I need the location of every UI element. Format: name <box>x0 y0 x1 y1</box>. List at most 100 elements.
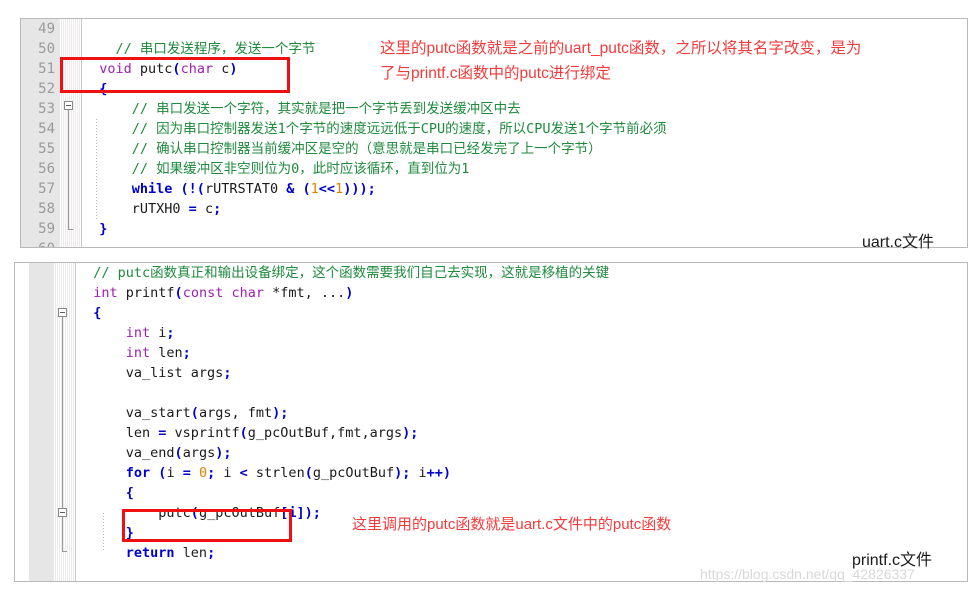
code-token: ( <box>239 425 248 441</box>
code-token: len <box>150 345 183 361</box>
code-token: i <box>166 465 183 481</box>
annotation-putc-rename: 这里的putc函数就是之前的uart_putc函数，之所以将其名字改变，是为 了… <box>380 40 862 82</box>
code-token: int <box>77 345 151 361</box>
code-line: // putc函数真正和输出设备绑定，这个函数需要我们自己去实现，这就是移植的关… <box>77 263 609 283</box>
code-token: va_list args <box>77 365 224 381</box>
line-number: 60 <box>21 239 59 247</box>
line-number: 57 <box>38 181 55 197</box>
code-token: // 因为串口控制器发送1个字节的速度远远低于CPU的速度，所以CPU发送1个字… <box>83 121 667 137</box>
code-token: ); <box>272 405 289 421</box>
fold-toggle-icon-printf-for[interactable] <box>58 508 67 517</box>
code-token: ++) <box>426 465 452 481</box>
code-token: i <box>150 325 167 341</box>
line-number: 52 <box>38 81 55 97</box>
code-line: int len; <box>77 343 609 363</box>
code-token: va_end <box>77 445 175 461</box>
code-token: i <box>215 465 240 481</box>
code-line: va_start(args, fmt); <box>77 403 609 423</box>
line-number: 49 <box>38 21 55 37</box>
line-number: 51 <box>38 61 55 77</box>
code-token: ; <box>213 201 222 217</box>
code-token: ]); <box>296 505 321 521</box>
code-token: int <box>77 325 151 341</box>
gutter-divider-uart <box>81 19 82 247</box>
code-token: ( <box>190 405 199 421</box>
code-token: { <box>77 305 102 321</box>
code-token: // 确认串口控制器当前缓冲区是空的（意思就是串口已经发完了上一个字节） <box>83 141 602 157</box>
code-token: va_start <box>77 405 191 421</box>
code-token: vsprintf <box>166 425 240 441</box>
code-token: ) <box>345 285 354 301</box>
line-number: 50 <box>38 41 55 57</box>
code-token: ( <box>174 285 183 301</box>
code-token: const char <box>182 285 264 301</box>
code-token: ); <box>215 445 232 461</box>
code-line: va_end(args); <box>77 443 609 463</box>
line-number: 58 <box>38 201 55 217</box>
line-number-gutter-printf <box>29 263 53 581</box>
code-token: return <box>77 545 175 561</box>
code-line: // 确认串口控制器当前缓冲区是空的（意思就是串口已经发完了上一个字节） <box>83 139 667 159</box>
code-line: int printf(const char *fmt, ...) <box>77 283 609 303</box>
code-token: for <box>77 465 151 481</box>
code-token: ))); <box>343 181 376 197</box>
code-token: << <box>318 181 336 197</box>
fold-guide-foot-uart <box>68 229 73 230</box>
fold-guide-printf-body <box>62 317 63 509</box>
code-token: c <box>196 201 214 217</box>
code-token: len <box>77 425 159 441</box>
fold-guide-uart <box>68 110 69 229</box>
code-token: ; <box>207 545 216 561</box>
code-token: rUTXH0 <box>83 201 189 217</box>
code-line: for (i = 0; i < strlen(g_pcOutBuf); i++) <box>77 463 609 483</box>
code-token: ; <box>182 345 191 361</box>
code-line: { <box>77 303 609 323</box>
code-token: rUTRSTAT0 <box>204 181 287 197</box>
code-token: args <box>182 445 216 461</box>
line-number: 54 <box>38 121 55 137</box>
code-token: < <box>239 465 248 481</box>
code-token: len <box>174 545 208 561</box>
code-line: // 因为串口控制器发送1个字节的速度远远低于CPU的速度，所以CPU发送1个字… <box>83 119 667 139</box>
code-token: i <box>410 465 427 481</box>
code-token: // 串口发送一个字符，其实就是把一个字节丢到发送缓冲区中去 <box>83 101 521 117</box>
code-line: rUTXH0 = c; <box>83 199 667 219</box>
code-line: while (!(rUTRSTAT0 & (1<<1))); <box>83 179 667 199</box>
code-token: // 如果缓冲区非空则位为0，此时应该循环，直到位为1 <box>83 161 470 177</box>
fold-guide-foot-printf <box>62 551 67 552</box>
code-token: { <box>77 485 134 501</box>
code-token: *fmt, ... <box>263 285 346 301</box>
code-token: = <box>182 465 191 481</box>
code-token: ; <box>166 325 175 341</box>
code-line: // 串口发送一个字符，其实就是把一个字节丢到发送缓冲区中去 <box>83 99 667 119</box>
code-token: ; <box>223 365 232 381</box>
gutter-divider-printf <box>75 263 76 581</box>
code-token: // 串口发送程序，发送一个字节 <box>83 41 316 57</box>
line-number: 55 <box>38 141 55 157</box>
fold-toggle-icon-printf-body[interactable] <box>58 308 67 317</box>
code-line: int i; <box>77 323 609 343</box>
fold-guide-printf-for <box>62 517 63 551</box>
line-number: 53 <box>38 101 55 117</box>
code-token: ( <box>302 181 311 197</box>
code-line: // 如果缓冲区非空则位为0，此时应该循环，直到位为1 <box>83 159 667 179</box>
code-token: while <box>83 181 173 197</box>
line-number: 56 <box>38 161 55 177</box>
file-caption-uart: uart.c文件 <box>862 234 935 251</box>
code-line: } <box>83 219 667 239</box>
code-token: 1 <box>310 181 319 197</box>
highlight-box-putc-call <box>122 509 292 542</box>
code-token: ( <box>304 465 313 481</box>
code-token: (!( <box>180 181 205 197</box>
highlight-box-putc-declaration <box>60 57 290 93</box>
code-line: return len; <box>77 543 609 563</box>
code-token: g_pcOutBuf,fmt,args <box>247 425 403 441</box>
fold-margin-uart <box>59 19 81 247</box>
code-token: } <box>83 221 108 237</box>
fold-toggle-icon-uart[interactable] <box>64 101 73 110</box>
code-token: = <box>188 201 197 217</box>
